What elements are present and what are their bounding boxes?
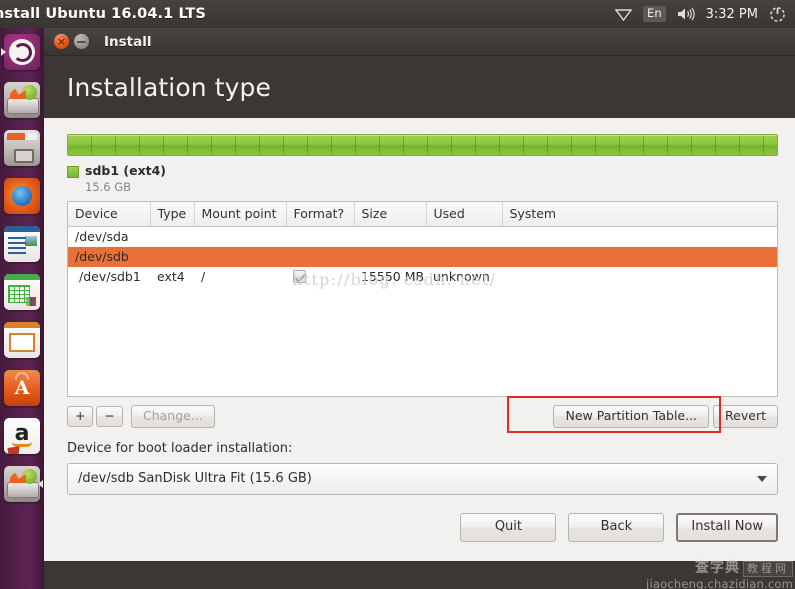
installer-window: Install Installation type sdb1 (ext4) 15… — [44, 28, 795, 561]
launcher-item-ubuntu-software[interactable] — [0, 364, 44, 412]
ubuntu-software-icon — [4, 370, 40, 406]
cell-device: /dev/sdb — [68, 247, 150, 268]
firefox-icon — [4, 178, 40, 214]
cell-type: ext4 — [157, 269, 185, 285]
launcher-item-libreoffice-writer[interactable] — [0, 220, 44, 268]
cell-mount: / — [201, 269, 206, 285]
cell-type — [150, 247, 194, 268]
install-disk-icon — [4, 82, 40, 118]
window-body: sdb1 (ext4) 15.6 GB Device Type Mount po… — [44, 118, 795, 561]
column-header-mount-point[interactable]: Mount point — [194, 201, 287, 228]
column-header-device[interactable]: Device — [68, 201, 151, 228]
cell-device: /dev/sda — [75, 229, 129, 245]
column-header-type[interactable]: Type — [150, 201, 195, 228]
power-icon[interactable] — [769, 6, 786, 23]
window-header: Installation type — [44, 56, 795, 118]
minimize-icon[interactable] — [74, 34, 89, 49]
cell-system — [502, 227, 777, 248]
partition-legend: sdb1 (ext4) 15.6 GB — [67, 163, 778, 194]
install-disk-icon-bottom — [4, 466, 40, 502]
cell-size: 15550 MB — [361, 269, 425, 285]
launcher-pip-left — [1, 48, 6, 56]
column-header-system[interactable]: System — [502, 201, 777, 228]
change-partition-button[interactable]: Change... — [130, 405, 215, 428]
launcher-pip-right — [38, 480, 43, 488]
format-checkbox[interactable] — [293, 270, 306, 284]
action-buttons: Quit Back Install Now — [460, 512, 778, 542]
bottom-strip: 查字典 教程网 jiaocheng.chazidian.com — [44, 560, 795, 589]
panel-app-title: nstall Ubuntu 16.04.1 LTS — [0, 6, 206, 22]
volume-icon[interactable] — [677, 7, 695, 21]
watermark-logo-domain: jiaocheng.chazidian.com — [646, 576, 793, 589]
libreoffice-calc-icon — [4, 274, 40, 310]
desktop-screen: nstall Ubuntu 16.04.1 LTS En 3:32 PM A a… — [0, 0, 795, 589]
cell-used: unknown — [433, 269, 490, 285]
table-row[interactable]: /dev/sda — [68, 227, 777, 248]
cell-format — [286, 227, 354, 248]
cell-system — [502, 247, 777, 268]
legend-partition-name: sdb1 (ext4) — [85, 163, 167, 178]
bootloader-selected-value: /dev/sdb SanDisk Ultra Fit (15.6 GB) — [78, 471, 312, 487]
launcher-item-files[interactable] — [0, 124, 44, 172]
top-panel: nstall Ubuntu 16.04.1 LTS En 3:32 PM — [0, 0, 795, 28]
cell-size — [354, 247, 426, 268]
new-partition-table-button[interactable]: New Partition Table... — [553, 405, 710, 428]
launcher-bar — [0, 28, 44, 589]
revert-button[interactable]: Revert — [713, 405, 778, 428]
legend-color-swatch — [67, 166, 79, 178]
bootloader-device-select[interactable]: /dev/sdb SanDisk Ultra Fit (15.6 GB) — [67, 462, 778, 495]
partition-toolbar: + − Change... New Partition Table... Rev… — [67, 395, 778, 433]
libreoffice-impress-icon — [4, 322, 40, 358]
ubuntu-logo-icon — [4, 34, 40, 70]
launcher-item-install-ubuntu-bottom[interactable] — [0, 460, 44, 508]
launcher-item-amazon[interactable] — [0, 412, 44, 460]
cell-system — [502, 267, 777, 287]
cell-type — [150, 227, 194, 248]
window-titlebar[interactable]: Install — [44, 28, 795, 56]
table-row[interactable]: /dev/sdb1 ext4 / 15550 MB unknown — [68, 267, 777, 287]
launcher-item-ubuntu-dash[interactable] — [0, 28, 44, 76]
cell-used — [426, 227, 502, 248]
back-button[interactable]: Back — [568, 512, 665, 542]
bootloader-label: Device for boot loader installation: — [67, 440, 293, 456]
install-now-button[interactable]: Install Now — [676, 512, 778, 542]
close-icon[interactable] — [54, 34, 69, 49]
watermark-logo-cn: 查字典 — [695, 560, 740, 577]
column-header-format[interactable]: Format? — [286, 201, 355, 228]
launcher-item-install-ubuntu[interactable] — [0, 76, 44, 124]
chevron-down-icon — [757, 475, 767, 482]
column-header-size[interactable]: Size — [354, 201, 427, 228]
column-header-used[interactable]: Used — [426, 201, 503, 228]
clock[interactable]: 3:32 PM — [706, 7, 758, 22]
file-manager-icon — [4, 130, 40, 166]
partition-table[interactable]: Device Type Mount point Format? Size Use… — [67, 200, 778, 397]
launcher-item-firefox[interactable] — [0, 172, 44, 220]
table-row-selected[interactable]: /dev/sdb — [68, 247, 777, 268]
watermark-logo: 查字典 教程网 jiaocheng.chazidian.com — [646, 560, 793, 589]
watermark-logo-cn2: 教程网 — [743, 561, 793, 577]
quit-button[interactable]: Quit — [460, 512, 557, 542]
add-partition-button[interactable]: + — [67, 406, 94, 427]
cell-mount — [194, 227, 286, 248]
remove-partition-button[interactable]: − — [96, 406, 123, 427]
amazon-icon — [4, 418, 40, 454]
cell-format — [286, 267, 354, 287]
cell-device: /dev/sdb1 — [79, 269, 141, 285]
legend-partition-size: 15.6 GB — [85, 179, 132, 194]
launcher-item-libreoffice-calc[interactable] — [0, 268, 44, 316]
partition-usage-bar — [67, 134, 778, 156]
keyboard-indicator[interactable]: En — [643, 6, 666, 22]
panel-indicators: En 3:32 PM — [615, 6, 795, 23]
network-icon[interactable] — [615, 8, 633, 21]
page-title: Installation type — [67, 72, 271, 102]
launcher-item-libreoffice-impress[interactable] — [0, 316, 44, 364]
cell-size — [354, 227, 426, 248]
window-title: Install — [104, 33, 152, 50]
table-header-row: Device Type Mount point Format? Size Use… — [68, 201, 777, 228]
cell-used — [426, 247, 502, 268]
cell-format — [286, 247, 354, 268]
cell-mount — [194, 247, 286, 268]
libreoffice-writer-icon — [4, 226, 40, 262]
